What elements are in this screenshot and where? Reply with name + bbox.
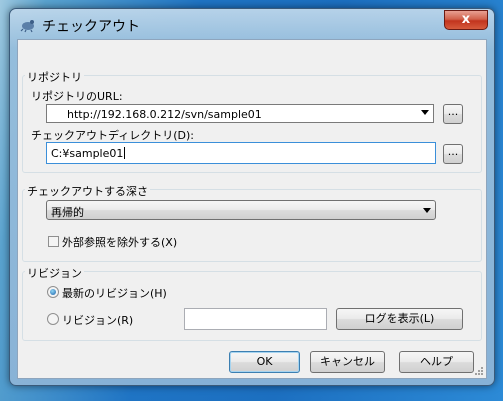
exclude-externals-checkbox[interactable] <box>48 236 59 247</box>
url-browse-button[interactable]: ... <box>443 104 463 124</box>
checkout-dialog: チェックアウト x リポジトリ リポジトリのURL: http://192.16… <box>9 8 495 386</box>
checkout-dir-input[interactable]: C:¥sample01 <box>46 142 436 164</box>
latest-revision-radio[interactable] <box>47 286 59 298</box>
latest-revision-label[interactable]: 最新のリビジョン(H) <box>62 285 167 301</box>
revision-input[interactable] <box>184 308 327 330</box>
dropdown-arrow-icon <box>423 208 431 213</box>
text-caret <box>124 147 126 159</box>
checkout-dir-browse-button[interactable]: ... <box>443 144 463 164</box>
depth-group-label: チェックアウトする深さ <box>25 183 150 199</box>
show-log-button[interactable]: ログを表示(L) <box>336 308 463 330</box>
tortoise-svn-icon <box>20 20 34 33</box>
dropdown-arrow-icon[interactable] <box>421 110 429 115</box>
specific-revision-label[interactable]: リビジョン(R) <box>62 312 133 328</box>
dialog-client-area: リポジトリ リポジトリのURL: http://192.168.0.212/sv… <box>17 39 487 379</box>
window-title: チェックアウト <box>42 19 140 35</box>
specific-revision-radio[interactable] <box>47 313 59 325</box>
depth-select[interactable]: 再帰的 <box>46 200 436 220</box>
checkout-dir-label: チェックアウトディレクトリ(D): <box>31 129 194 142</box>
resize-grip-icon[interactable] <box>474 366 484 376</box>
repository-group-label: リポジトリ <box>25 69 84 85</box>
depth-selected-value: 再帰的 <box>51 206 84 219</box>
close-button[interactable]: x <box>444 10 488 30</box>
checkout-dir-value: C:¥sample01 <box>51 147 124 160</box>
help-button[interactable]: ヘルプ <box>399 351 474 373</box>
url-label: リポジトリのURL: <box>31 90 123 103</box>
cancel-button[interactable]: キャンセル <box>310 351 385 373</box>
url-combobox[interactable]: http://192.168.0.212/svn/sample01 <box>46 104 434 123</box>
close-icon: x <box>461 12 471 27</box>
exclude-externals-label[interactable]: 外部参照を除外する(X) <box>62 234 177 250</box>
url-value: http://192.168.0.212/svn/sample01 <box>67 108 262 121</box>
revision-group-label: リビジョン <box>25 265 84 281</box>
title-bar[interactable]: チェックアウト x <box>10 9 494 39</box>
ok-button[interactable]: OK <box>229 351 300 373</box>
revision-group: リビジョン <box>22 265 482 341</box>
